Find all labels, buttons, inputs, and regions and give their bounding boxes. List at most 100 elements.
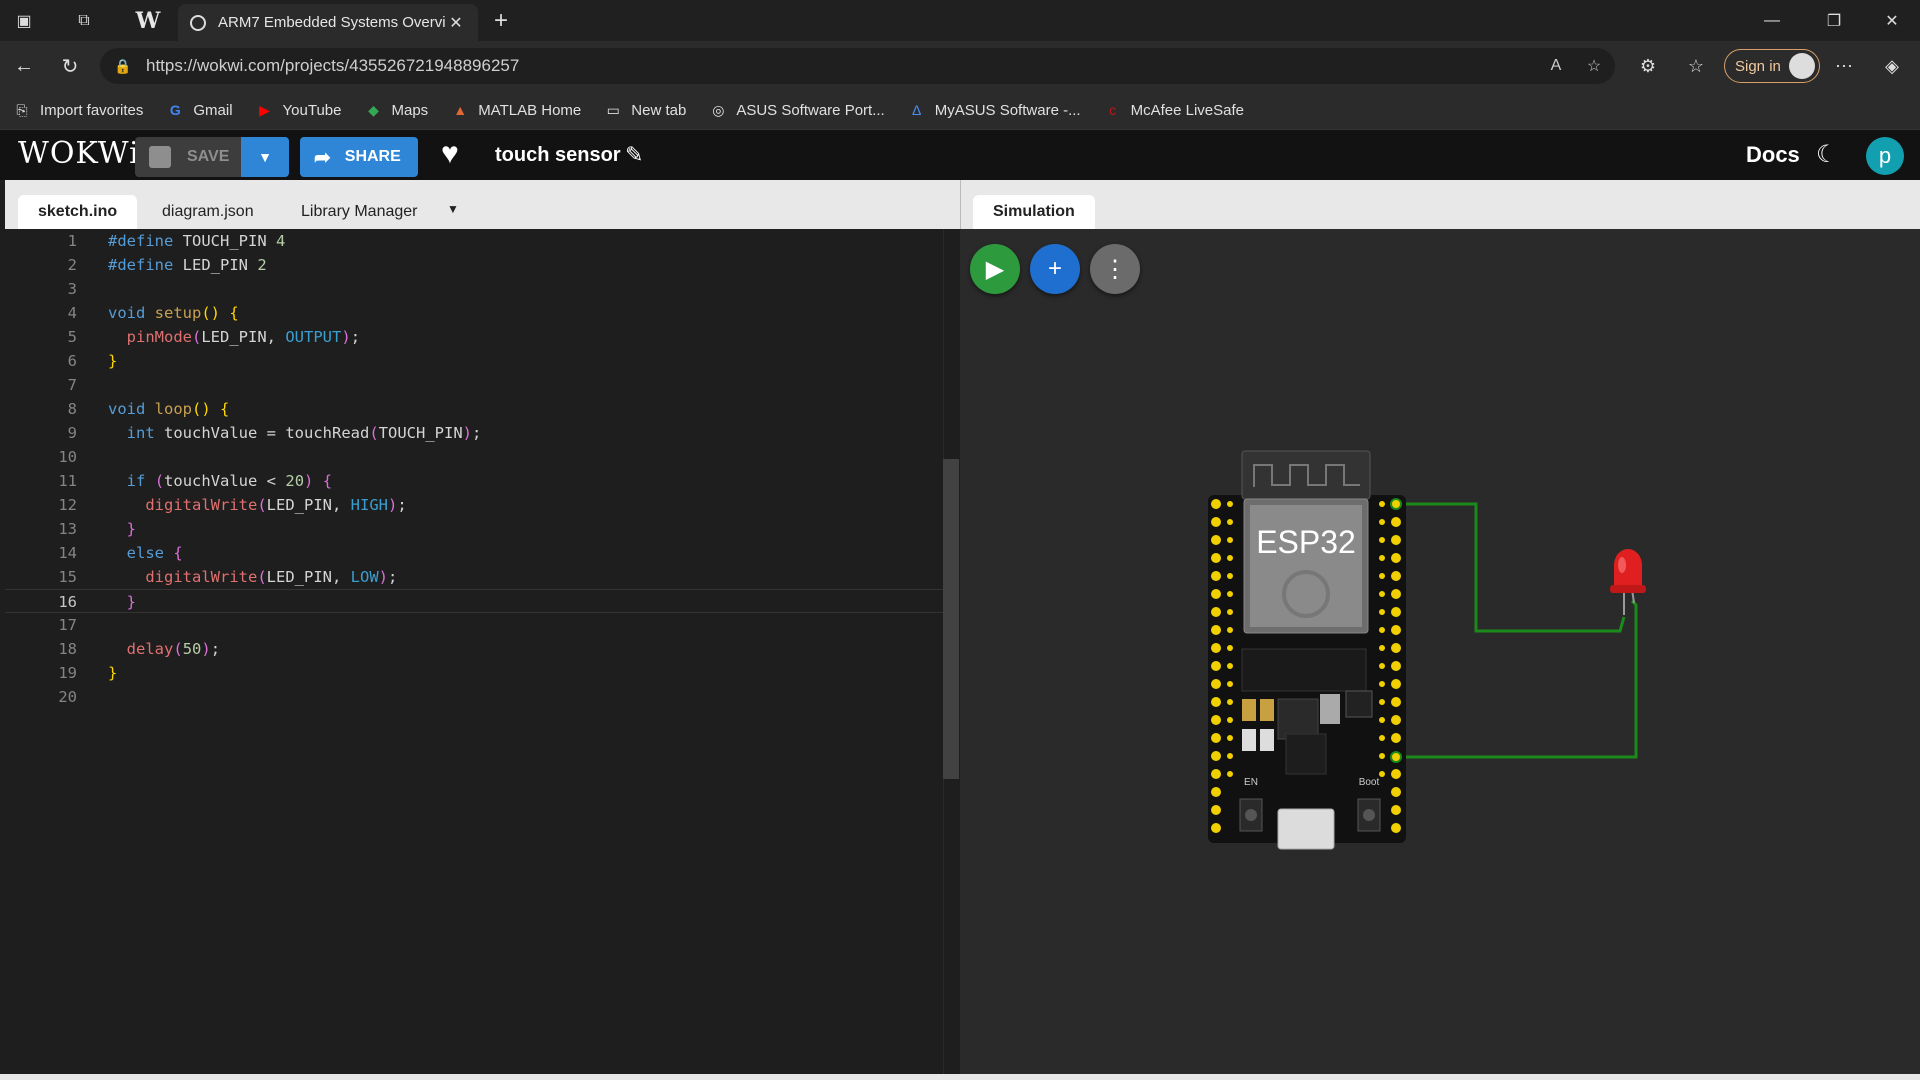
bookmark-new-tab[interactable]: ▭ New tab — [603, 100, 687, 120]
bookmark-gmail[interactable]: G Gmail — [165, 100, 233, 120]
save-button[interactable]: SAVE — [135, 137, 241, 177]
profile-icon — [1789, 53, 1815, 79]
refresh-button[interactable]: ↻ — [54, 50, 86, 82]
code-line: 18 delay(50); — [58, 640, 221, 658]
url-field[interactable]: 🔒 https://wokwi.com/projects/43552672194… — [100, 48, 1615, 84]
tab-favicon-icon — [190, 14, 206, 31]
red-led[interactable] — [1610, 549, 1646, 615]
more-menu-icon[interactable]: ⋯ — [1828, 50, 1860, 82]
code-line: 19} — [58, 664, 118, 682]
docs-link[interactable]: Docs — [1746, 142, 1800, 168]
sign-in-label: Sign in — [1735, 57, 1781, 75]
browser-titlebar: ▣ ⧉ W ARM7 Embedded Systems Overvi ✕ + —… — [0, 0, 1920, 41]
save-icon — [149, 146, 171, 168]
collections-icon[interactable]: ⧉ — [64, 0, 104, 41]
code-line: 20 — [58, 688, 77, 706]
address-bar-row: ← ↻ 🔒 https://wokwi.com/projects/4355267… — [0, 41, 1920, 91]
wokwi-header: WOKWi SAVE ▼ ➦ SHARE ♥ touch sensor ✎ Do… — [0, 129, 1920, 180]
code-line: 10 — [58, 448, 77, 466]
heart-icon[interactable]: ♥ — [441, 137, 459, 171]
bookmark-maps[interactable]: ◆ Maps — [364, 100, 428, 120]
bookmark-mcafee[interactable]: ᴄ McAfee LiveSafe — [1103, 100, 1244, 120]
bookmark-myasus[interactable]: Δ MyASUS Software -... — [907, 100, 1081, 120]
maps-icon: ◆ — [368, 101, 379, 118]
esp32-label: ESP32 — [1256, 524, 1356, 560]
window-bottom-edge — [0, 1074, 1920, 1080]
pencil-icon[interactable]: ✎ — [625, 142, 643, 168]
wire-led-anode — [1396, 599, 1638, 759]
import-icon: ⎘ — [16, 101, 28, 118]
wokwi-logo[interactable]: WOKWi — [18, 136, 140, 171]
code-line: 2 #define LED_PIN 2 — [67, 256, 267, 274]
editor-tabs: sketch.ino diagram.json Library Manager … — [5, 180, 960, 229]
extensions-icon[interactable]: ⚙ — [1632, 50, 1664, 82]
mcafee-icon: ᴄ — [1109, 102, 1117, 118]
bookmarks-bar: ⎘ Import favorites G Gmail ▶ YouTube ◆ Maps … — [0, 91, 1920, 129]
avatar[interactable]: p — [1866, 137, 1904, 175]
editor-scroll-thumb[interactable] — [943, 459, 959, 779]
code-editor[interactable]: 1 #define TOUCH_PIN 4 2 #define LED_PIN 2 … — [5, 229, 960, 1074]
code-line: 6} — [67, 352, 118, 370]
tabs-dropdown-icon[interactable]: ▼ — [447, 202, 459, 216]
browser-tab-active[interactable]: ARM7 Embedded Systems Overvi ✕ — [178, 4, 478, 41]
sign-in-button[interactable]: Sign in — [1724, 49, 1820, 83]
code-line: 13 } — [58, 520, 137, 538]
boot-label: Boot — [1359, 777, 1380, 788]
favorites-icon[interactable]: ☆ — [1680, 50, 1712, 82]
new-tab-button[interactable]: + — [486, 6, 516, 36]
circuit-diagram[interactable]: ESP32 EN Boot — [960, 229, 1920, 1074]
save-label: SAVE — [187, 148, 230, 165]
code-line: 7 — [67, 376, 77, 394]
share-label: SHARE — [344, 148, 401, 165]
share-icon: ➦ — [314, 146, 331, 169]
bookmark-import-favorites[interactable]: ⎘ Import favorites — [12, 100, 143, 120]
myasus-icon: Δ — [912, 102, 922, 118]
wire-led-cathode — [1396, 502, 1626, 633]
code-line: 8 void loop() { — [67, 400, 230, 418]
en-label: EN — [1244, 777, 1258, 788]
share-button[interactable]: ➦ SHARE — [300, 137, 418, 177]
project-name[interactable]: touch sensor — [495, 144, 621, 167]
code-line: 11 if (touchValue < 20) { — [58, 472, 333, 490]
minimize-button[interactable]: — — [1744, 0, 1800, 41]
moon-icon[interactable]: ☾ — [1816, 140, 1838, 169]
favorite-star-icon[interactable]: ☆ — [1578, 48, 1610, 84]
code-line: 17 — [58, 616, 77, 634]
code-line: 5 pinMode(LED_PIN, OUTPUT); — [67, 328, 361, 346]
code-line: 9 int touchValue = touchRead(TOUCH_PIN); — [67, 424, 482, 442]
tab-simulation[interactable]: Simulation — [973, 195, 1095, 229]
close-window-button[interactable]: ✕ — [1864, 0, 1920, 41]
back-button[interactable]: ← — [8, 50, 40, 82]
code-line: 14 else { — [58, 544, 183, 562]
code-line: 15 digitalWrite(LED_PIN, LOW); — [58, 568, 398, 586]
wokwi-tab-icon[interactable]: W — [128, 0, 168, 41]
save-dropdown-button[interactable]: ▼ — [241, 137, 289, 177]
sidebar-toggle-icon[interactable]: ▣ — [4, 0, 44, 41]
matlab-icon: ▲ — [453, 102, 468, 118]
bookmark-youtube[interactable]: ▶ YouTube — [255, 100, 341, 120]
google-icon: G — [169, 102, 181, 118]
restore-button[interactable]: ❐ — [1806, 0, 1862, 41]
simulation-tabs: Simulation — [960, 180, 1920, 229]
lock-icon[interactable]: 🔒 — [114, 58, 134, 75]
chevron-down-icon: ▼ — [258, 149, 272, 165]
code-line-current: 16 } — [5, 589, 955, 613]
esp32-board[interactable]: ESP32 EN Boot — [1208, 450, 1406, 850]
read-aloud-icon[interactable]: A — [1540, 48, 1572, 84]
code-line: 4 void setup() { — [67, 304, 239, 322]
bookmark-asus-software[interactable]: ◎ ASUS Software Port... — [708, 100, 885, 120]
tab-sketch-ino[interactable]: sketch.ino — [18, 195, 138, 229]
code-line: 3 — [67, 280, 77, 298]
copilot-icon[interactable]: ◈ — [1876, 50, 1908, 82]
code-line: 1 #define TOUCH_PIN 4 — [67, 232, 286, 250]
code-line: 12 digitalWrite(LED_PIN, HIGH); — [58, 496, 407, 514]
newtab-icon: ▭ — [606, 101, 620, 118]
youtube-icon: ▶ — [259, 101, 270, 118]
globe-icon: ◎ — [712, 101, 725, 118]
simulation-canvas[interactable]: ▶ + ⋮ ESP32 EN Boot — [960, 229, 1920, 1074]
url-text: https://wokwi.com/projects/4355267219488… — [146, 56, 520, 75]
tab-diagram-json[interactable]: diagram.json — [142, 195, 274, 229]
tab-close-icon[interactable]: ✕ — [446, 13, 466, 33]
bookmark-matlab[interactable]: ▲ MATLAB Home — [450, 100, 581, 120]
tab-library-manager[interactable]: Library Manager — [281, 195, 438, 229]
